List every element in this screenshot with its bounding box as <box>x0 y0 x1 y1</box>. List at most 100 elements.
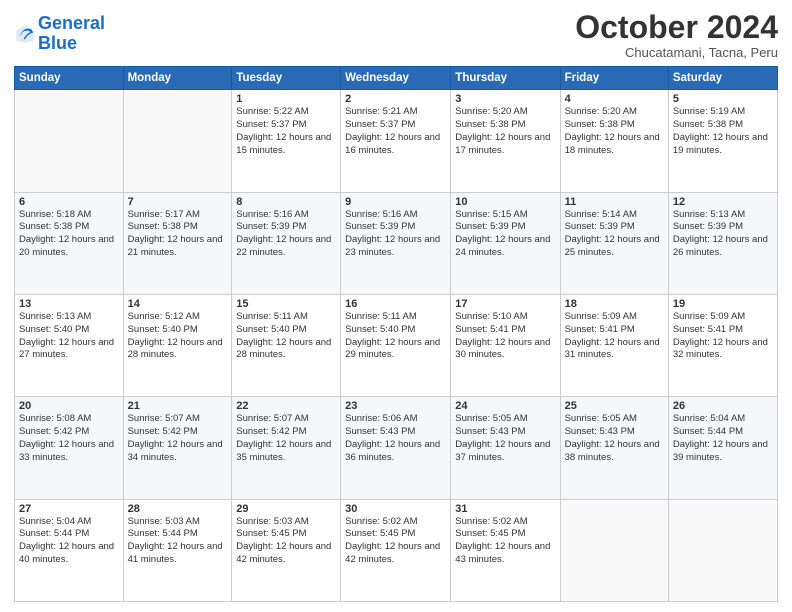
day-number: 22 <box>236 400 336 412</box>
cell-info: Sunrise: 5:11 AM Sunset: 5:40 PM Dayligh… <box>345 311 446 362</box>
calendar-cell <box>15 90 124 192</box>
calendar-week-row: 1Sunrise: 5:22 AM Sunset: 5:37 PM Daylig… <box>15 90 778 192</box>
cell-info: Sunrise: 5:12 AM Sunset: 5:40 PM Dayligh… <box>128 311 228 362</box>
cell-info: Sunrise: 5:02 AM Sunset: 5:45 PM Dayligh… <box>345 516 446 567</box>
day-number: 21 <box>128 400 228 412</box>
calendar-cell: 14Sunrise: 5:12 AM Sunset: 5:40 PM Dayli… <box>123 294 232 396</box>
cell-info: Sunrise: 5:02 AM Sunset: 5:45 PM Dayligh… <box>455 516 555 567</box>
calendar-week-row: 20Sunrise: 5:08 AM Sunset: 5:42 PM Dayli… <box>15 397 778 499</box>
calendar-table: SundayMondayTuesdayWednesdayThursdayFrid… <box>14 66 778 602</box>
day-number: 27 <box>19 503 119 515</box>
cell-info: Sunrise: 5:03 AM Sunset: 5:44 PM Dayligh… <box>128 516 228 567</box>
weekday-header: Friday <box>560 67 668 90</box>
day-number: 24 <box>455 400 555 412</box>
calendar-week-row: 27Sunrise: 5:04 AM Sunset: 5:44 PM Dayli… <box>15 499 778 601</box>
calendar-cell: 10Sunrise: 5:15 AM Sunset: 5:39 PM Dayli… <box>451 192 560 294</box>
calendar-cell: 21Sunrise: 5:07 AM Sunset: 5:42 PM Dayli… <box>123 397 232 499</box>
calendar-cell: 29Sunrise: 5:03 AM Sunset: 5:45 PM Dayli… <box>232 499 341 601</box>
cell-info: Sunrise: 5:07 AM Sunset: 5:42 PM Dayligh… <box>236 413 336 464</box>
cell-info: Sunrise: 5:04 AM Sunset: 5:44 PM Dayligh… <box>673 413 773 464</box>
weekday-header: Saturday <box>668 67 777 90</box>
day-number: 23 <box>345 400 446 412</box>
cell-info: Sunrise: 5:16 AM Sunset: 5:39 PM Dayligh… <box>236 209 336 260</box>
day-number: 5 <box>673 93 773 105</box>
calendar-cell: 13Sunrise: 5:13 AM Sunset: 5:40 PM Dayli… <box>15 294 124 396</box>
cell-info: Sunrise: 5:20 AM Sunset: 5:38 PM Dayligh… <box>565 106 664 157</box>
cell-info: Sunrise: 5:09 AM Sunset: 5:41 PM Dayligh… <box>565 311 664 362</box>
logo-line1: General <box>38 13 105 33</box>
weekday-header: Thursday <box>451 67 560 90</box>
calendar-cell: 11Sunrise: 5:14 AM Sunset: 5:39 PM Dayli… <box>560 192 668 294</box>
cell-info: Sunrise: 5:06 AM Sunset: 5:43 PM Dayligh… <box>345 413 446 464</box>
title-block: October 2024 Chucatamani, Tacna, Peru <box>575 10 778 60</box>
day-number: 28 <box>128 503 228 515</box>
cell-info: Sunrise: 5:16 AM Sunset: 5:39 PM Dayligh… <box>345 209 446 260</box>
cell-info: Sunrise: 5:19 AM Sunset: 5:38 PM Dayligh… <box>673 106 773 157</box>
header-row: SundayMondayTuesdayWednesdayThursdayFrid… <box>15 67 778 90</box>
header: General Blue October 2024 Chucatamani, T… <box>14 10 778 60</box>
day-number: 7 <box>128 196 228 208</box>
calendar-cell: 23Sunrise: 5:06 AM Sunset: 5:43 PM Dayli… <box>341 397 451 499</box>
cell-info: Sunrise: 5:03 AM Sunset: 5:45 PM Dayligh… <box>236 516 336 567</box>
day-number: 30 <box>345 503 446 515</box>
month-title: October 2024 <box>575 10 778 45</box>
day-number: 12 <box>673 196 773 208</box>
cell-info: Sunrise: 5:18 AM Sunset: 5:38 PM Dayligh… <box>19 209 119 260</box>
day-number: 8 <box>236 196 336 208</box>
day-number: 3 <box>455 93 555 105</box>
cell-info: Sunrise: 5:11 AM Sunset: 5:40 PM Dayligh… <box>236 311 336 362</box>
day-number: 13 <box>19 298 119 310</box>
calendar-cell: 19Sunrise: 5:09 AM Sunset: 5:41 PM Dayli… <box>668 294 777 396</box>
calendar-cell: 24Sunrise: 5:05 AM Sunset: 5:43 PM Dayli… <box>451 397 560 499</box>
day-number: 19 <box>673 298 773 310</box>
logo: General Blue <box>14 14 105 54</box>
calendar-cell: 26Sunrise: 5:04 AM Sunset: 5:44 PM Dayli… <box>668 397 777 499</box>
calendar-cell: 8Sunrise: 5:16 AM Sunset: 5:39 PM Daylig… <box>232 192 341 294</box>
day-number: 20 <box>19 400 119 412</box>
day-number: 14 <box>128 298 228 310</box>
day-number: 31 <box>455 503 555 515</box>
calendar-cell <box>668 499 777 601</box>
calendar-week-row: 6Sunrise: 5:18 AM Sunset: 5:38 PM Daylig… <box>15 192 778 294</box>
calendar-cell: 22Sunrise: 5:07 AM Sunset: 5:42 PM Dayli… <box>232 397 341 499</box>
logo-icon <box>14 23 36 45</box>
calendar-cell: 16Sunrise: 5:11 AM Sunset: 5:40 PM Dayli… <box>341 294 451 396</box>
cell-info: Sunrise: 5:13 AM Sunset: 5:39 PM Dayligh… <box>673 209 773 260</box>
cell-info: Sunrise: 5:07 AM Sunset: 5:42 PM Dayligh… <box>128 413 228 464</box>
calendar-cell: 18Sunrise: 5:09 AM Sunset: 5:41 PM Dayli… <box>560 294 668 396</box>
cell-info: Sunrise: 5:20 AM Sunset: 5:38 PM Dayligh… <box>455 106 555 157</box>
cell-info: Sunrise: 5:05 AM Sunset: 5:43 PM Dayligh… <box>565 413 664 464</box>
calendar-header: SundayMondayTuesdayWednesdayThursdayFrid… <box>15 67 778 90</box>
subtitle: Chucatamani, Tacna, Peru <box>575 45 778 60</box>
logo-line2: Blue <box>38 33 77 53</box>
page: General Blue October 2024 Chucatamani, T… <box>0 0 792 612</box>
calendar-cell: 30Sunrise: 5:02 AM Sunset: 5:45 PM Dayli… <box>341 499 451 601</box>
calendar-cell: 2Sunrise: 5:21 AM Sunset: 5:37 PM Daylig… <box>341 90 451 192</box>
cell-info: Sunrise: 5:15 AM Sunset: 5:39 PM Dayligh… <box>455 209 555 260</box>
cell-info: Sunrise: 5:21 AM Sunset: 5:37 PM Dayligh… <box>345 106 446 157</box>
weekday-header: Tuesday <box>232 67 341 90</box>
day-number: 2 <box>345 93 446 105</box>
cell-info: Sunrise: 5:04 AM Sunset: 5:44 PM Dayligh… <box>19 516 119 567</box>
calendar-cell: 9Sunrise: 5:16 AM Sunset: 5:39 PM Daylig… <box>341 192 451 294</box>
day-number: 16 <box>345 298 446 310</box>
calendar-cell: 20Sunrise: 5:08 AM Sunset: 5:42 PM Dayli… <box>15 397 124 499</box>
cell-info: Sunrise: 5:05 AM Sunset: 5:43 PM Dayligh… <box>455 413 555 464</box>
calendar-cell: 6Sunrise: 5:18 AM Sunset: 5:38 PM Daylig… <box>15 192 124 294</box>
calendar-cell: 15Sunrise: 5:11 AM Sunset: 5:40 PM Dayli… <box>232 294 341 396</box>
weekday-header: Monday <box>123 67 232 90</box>
cell-info: Sunrise: 5:10 AM Sunset: 5:41 PM Dayligh… <box>455 311 555 362</box>
day-number: 15 <box>236 298 336 310</box>
day-number: 10 <box>455 196 555 208</box>
calendar-cell: 3Sunrise: 5:20 AM Sunset: 5:38 PM Daylig… <box>451 90 560 192</box>
day-number: 18 <box>565 298 664 310</box>
calendar-cell: 5Sunrise: 5:19 AM Sunset: 5:38 PM Daylig… <box>668 90 777 192</box>
day-number: 26 <box>673 400 773 412</box>
calendar-body: 1Sunrise: 5:22 AM Sunset: 5:37 PM Daylig… <box>15 90 778 602</box>
day-number: 29 <box>236 503 336 515</box>
calendar-cell: 12Sunrise: 5:13 AM Sunset: 5:39 PM Dayli… <box>668 192 777 294</box>
calendar-cell: 7Sunrise: 5:17 AM Sunset: 5:38 PM Daylig… <box>123 192 232 294</box>
weekday-header: Wednesday <box>341 67 451 90</box>
day-number: 17 <box>455 298 555 310</box>
calendar-cell: 28Sunrise: 5:03 AM Sunset: 5:44 PM Dayli… <box>123 499 232 601</box>
